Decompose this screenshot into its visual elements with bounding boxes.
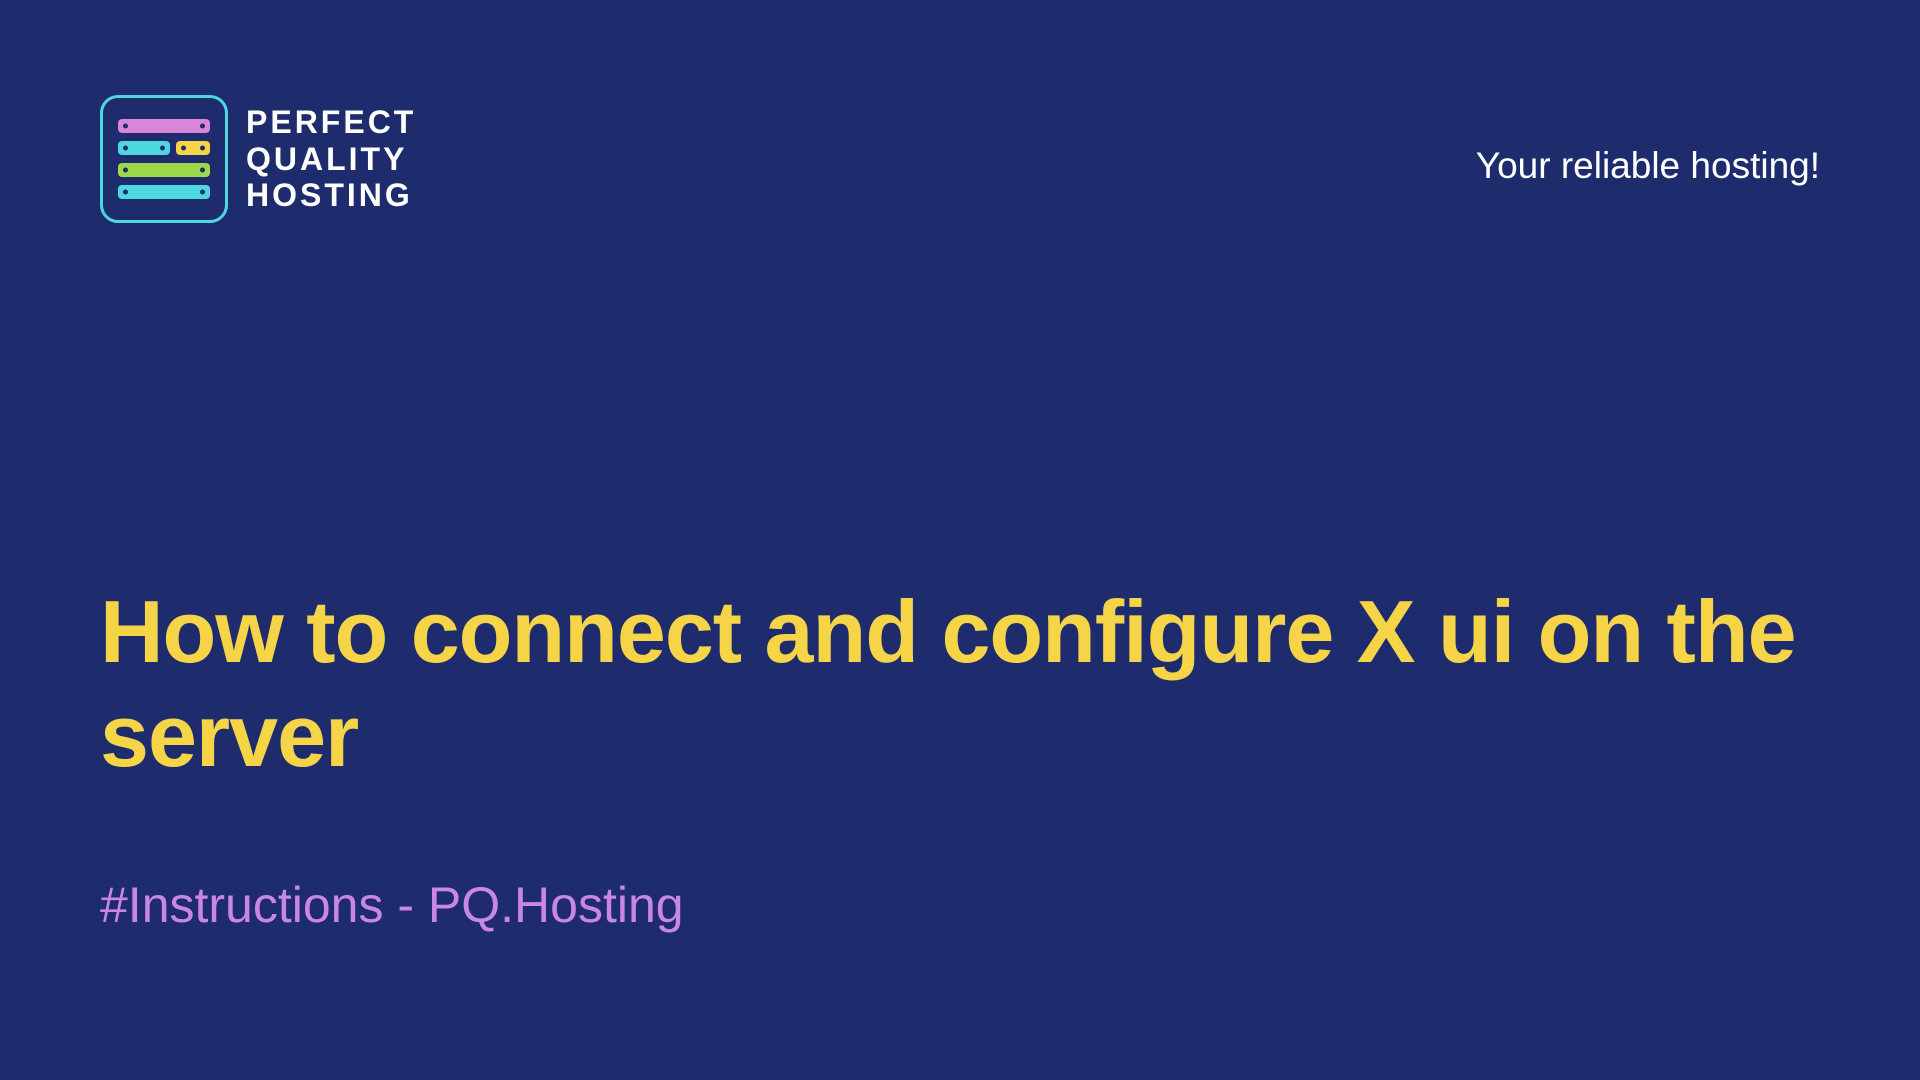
- logo-bar: [118, 185, 210, 199]
- logo-text: PERFECT QUALITY HOSTING: [246, 104, 416, 214]
- logo: PERFECT QUALITY HOSTING: [100, 95, 416, 223]
- content: How to connect and configure X ui on the…: [100, 580, 1820, 934]
- tagline: Your reliable hosting!: [1476, 95, 1820, 187]
- logo-bar: [176, 141, 210, 155]
- logo-text-line: HOSTING: [246, 177, 416, 214]
- subtitle: #Instructions - PQ.Hosting: [100, 876, 1820, 934]
- logo-bar: [118, 119, 210, 133]
- logo-bar-row: [118, 141, 210, 155]
- page-title: How to connect and configure X ui on the…: [100, 580, 1820, 788]
- header: PERFECT QUALITY HOSTING Your reliable ho…: [0, 0, 1920, 223]
- logo-icon: [100, 95, 228, 223]
- logo-bar: [118, 163, 210, 177]
- logo-text-line: QUALITY: [246, 141, 416, 178]
- logo-bar: [118, 141, 170, 155]
- logo-text-line: PERFECT: [246, 104, 416, 141]
